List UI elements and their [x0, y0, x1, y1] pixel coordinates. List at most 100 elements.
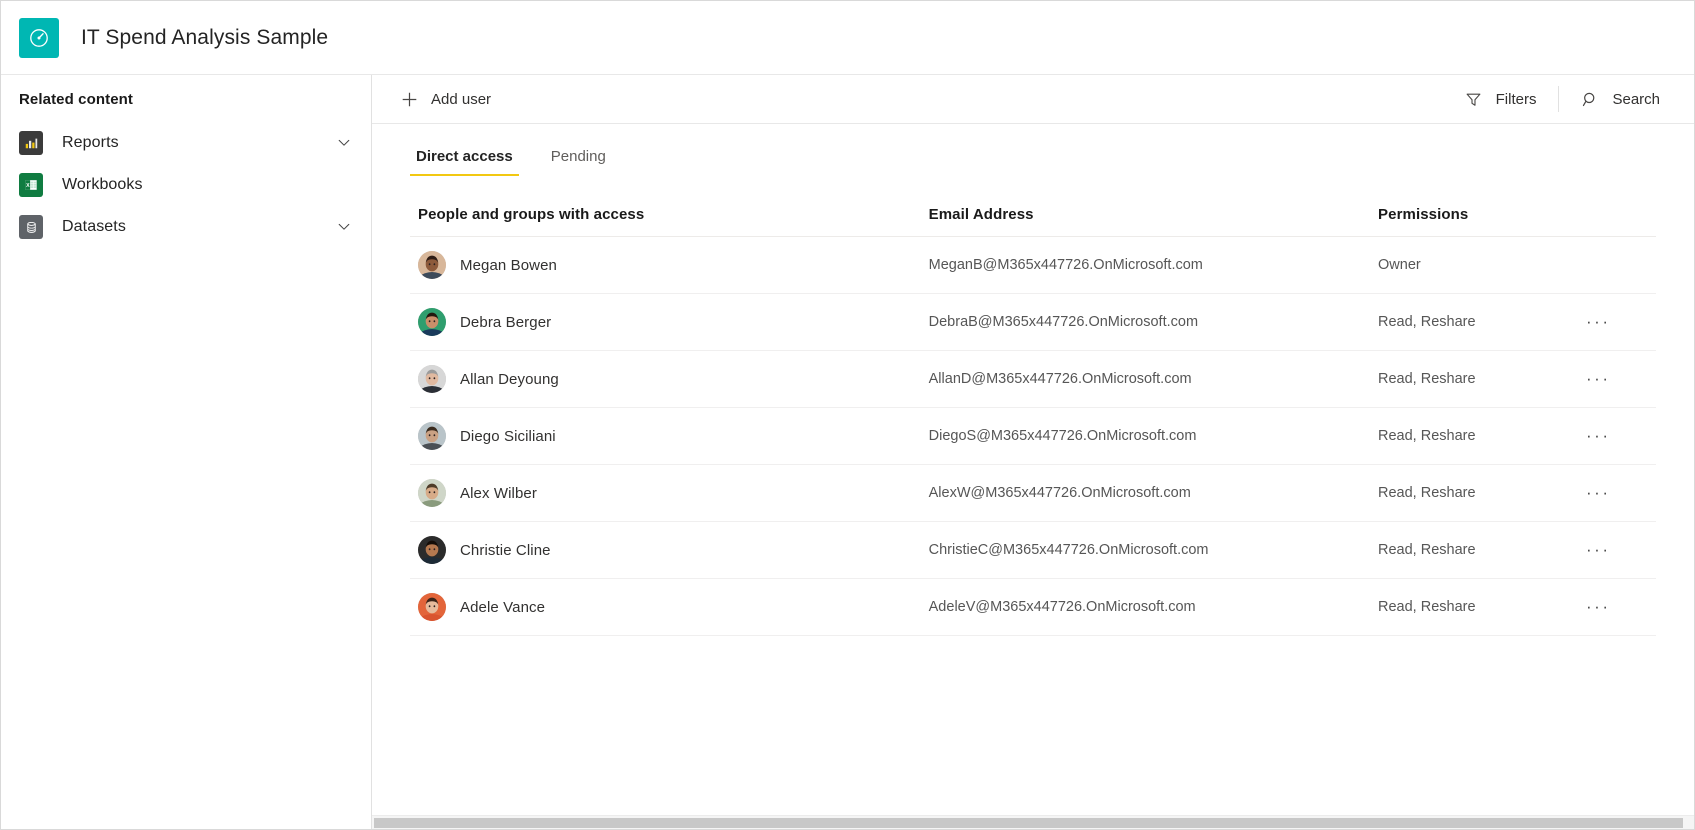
filter-icon: [1465, 90, 1483, 108]
search-icon: [1581, 90, 1599, 108]
cell-email: ChristieC@M365x447726.OnMicrosoft.com: [920, 521, 1371, 579]
avatar: [418, 536, 446, 564]
avatar: [418, 593, 446, 621]
table-row[interactable]: Diego Siciliani DiegoS@M365x447726.OnMicr…: [410, 407, 1656, 465]
horizontal-scrollbar[interactable]: [372, 815, 1694, 829]
cell-email: DebraB@M365x447726.OnMicrosoft.com: [920, 293, 1371, 351]
more-options-icon[interactable]: ···: [1582, 420, 1614, 452]
command-bar-divider: [1558, 86, 1560, 112]
access-table-body: Megan Bowen MeganB@M365x447726.OnMicrosof…: [410, 236, 1656, 636]
cell-email: DiegoS@M365x447726.OnMicrosoft.com: [920, 407, 1371, 465]
scrollbar-thumb[interactable]: [374, 818, 1683, 828]
tab-pending[interactable]: Pending: [545, 144, 612, 176]
sidebar-item-reports[interactable]: Reports: [1, 122, 371, 164]
bar-chart-icon: [19, 131, 43, 155]
cell-person: Megan Bowen: [410, 236, 921, 294]
cell-email: AlexW@M365x447726.OnMicrosoft.com: [920, 464, 1371, 522]
main-pane: Add user Filters Search Direct access Pe…: [372, 75, 1694, 829]
avatar: [418, 308, 446, 336]
sidebar-item-datasets[interactable]: Datasets: [1, 206, 371, 248]
cell-permission: Read, Reshare: [1370, 464, 1575, 522]
access-table: People and groups with access Email Addr…: [410, 206, 1656, 636]
tab-direct-access[interactable]: Direct access: [410, 144, 519, 176]
command-bar-right: Filters Search: [1455, 82, 1694, 116]
cell-email: AllanD@M365x447726.OnMicrosoft.com: [920, 350, 1371, 408]
search-label: Search: [1612, 90, 1660, 108]
person-name: Allan Deyoung: [460, 370, 559, 388]
table-row[interactable]: Debra Berger DebraB@M365x447726.OnMicroso…: [410, 293, 1656, 351]
cell-permission: Read, Reshare: [1370, 578, 1575, 636]
search-button[interactable]: Search: [1571, 82, 1670, 116]
more-options-icon[interactable]: ···: [1582, 534, 1614, 566]
more-options-icon[interactable]: ···: [1582, 306, 1614, 338]
table-row[interactable]: Megan Bowen MeganB@M365x447726.OnMicrosof…: [410, 236, 1656, 294]
table-header-row: People and groups with access Email Addr…: [410, 206, 1656, 237]
person-name: Diego Siciliani: [460, 427, 556, 445]
access-table-container: People and groups with access Email Addr…: [372, 176, 1694, 829]
cell-actions: ···: [1574, 350, 1656, 408]
window-header: IT Spend Analysis Sample: [1, 1, 1694, 75]
cell-permission: Owner: [1370, 236, 1575, 294]
filters-label: Filters: [1495, 90, 1537, 108]
cell-person: Alex Wilber: [410, 464, 921, 522]
table-row[interactable]: Adele Vance AdeleV@M365x447726.OnMicrosof…: [410, 578, 1656, 636]
add-user-button[interactable]: Add user: [390, 82, 501, 116]
person-name: Megan Bowen: [460, 256, 557, 274]
cell-email: AdeleV@M365x447726.OnMicrosoft.com: [920, 578, 1371, 636]
tab-bar: Direct access Pending: [372, 124, 1694, 176]
sidebar-item-workbooks[interactable]: X Workbooks: [1, 164, 371, 206]
cell-email: MeganB@M365x447726.OnMicrosoft.com: [920, 236, 1371, 294]
cell-permission: Read, Reshare: [1370, 407, 1575, 465]
cell-actions: ···: [1574, 464, 1656, 522]
sidebar-item-label: Workbooks: [62, 176, 143, 193]
person-name: Debra Berger: [460, 313, 552, 331]
person-name: Christie Cline: [460, 541, 551, 559]
avatar: [418, 365, 446, 393]
column-header-permissions: Permissions: [1370, 206, 1575, 237]
person-name: Adele Vance: [460, 598, 546, 616]
cell-actions: ···: [1574, 521, 1656, 579]
sidebar-item-label: Reports: [62, 134, 119, 151]
content-area: Related content Reports X Workbooks Data…: [1, 75, 1694, 829]
cell-permission: Read, Reshare: [1370, 521, 1575, 579]
page-title: IT Spend Analysis Sample: [81, 25, 329, 49]
cell-person: Christie Cline: [410, 521, 921, 579]
table-row[interactable]: Allan Deyoung AllanD@M365x447726.OnMicros…: [410, 350, 1656, 408]
share-dialog-window: IT Spend Analysis Sample Related content…: [0, 0, 1695, 830]
column-header-email: Email Address: [920, 206, 1371, 237]
chevron-down-icon[interactable]: [337, 220, 351, 234]
sidebar-heading: Related content: [19, 91, 134, 108]
filters-button[interactable]: Filters: [1455, 82, 1547, 116]
cell-person: Diego Siciliani: [410, 407, 921, 465]
cell-actions: ···: [1574, 407, 1656, 465]
more-options-icon[interactable]: ···: [1582, 591, 1614, 623]
add-user-label: Add user: [431, 90, 492, 108]
table-row[interactable]: Alex Wilber AlexW@M365x447726.OnMicrosoft…: [410, 464, 1656, 522]
more-options-icon[interactable]: ···: [1582, 363, 1614, 395]
cell-permission: Read, Reshare: [1370, 293, 1575, 351]
column-header-people: People and groups with access: [410, 206, 921, 237]
database-icon: [19, 215, 43, 239]
svg-text:X: X: [26, 183, 30, 189]
cell-person: Allan Deyoung: [410, 350, 921, 408]
chevron-down-icon[interactable]: [337, 136, 351, 150]
cell-person: Debra Berger: [410, 293, 921, 351]
avatar: [418, 422, 446, 450]
sidebar-item-label: Datasets: [62, 218, 126, 235]
command-bar: Add user Filters Search: [372, 75, 1694, 124]
column-header-actions: [1574, 206, 1656, 237]
more-options-icon[interactable]: ···: [1582, 477, 1614, 509]
cell-permission: Read, Reshare: [1370, 350, 1575, 408]
plus-icon: [400, 90, 418, 108]
table-row[interactable]: Christie Cline ChristieC@M365x447726.OnMi…: [410, 521, 1656, 579]
cell-person: Adele Vance: [410, 578, 921, 636]
cell-actions: ···: [1574, 293, 1656, 351]
gauge-icon: [19, 17, 59, 58]
avatar: [418, 479, 446, 507]
person-name: Alex Wilber: [460, 484, 537, 502]
cell-actions: ···: [1574, 578, 1656, 636]
excel-workbook-icon: X: [19, 173, 43, 197]
avatar: [418, 251, 446, 279]
cell-actions: ···: [1574, 236, 1656, 294]
sidebar: Related content Reports X Workbooks Data…: [1, 75, 372, 829]
